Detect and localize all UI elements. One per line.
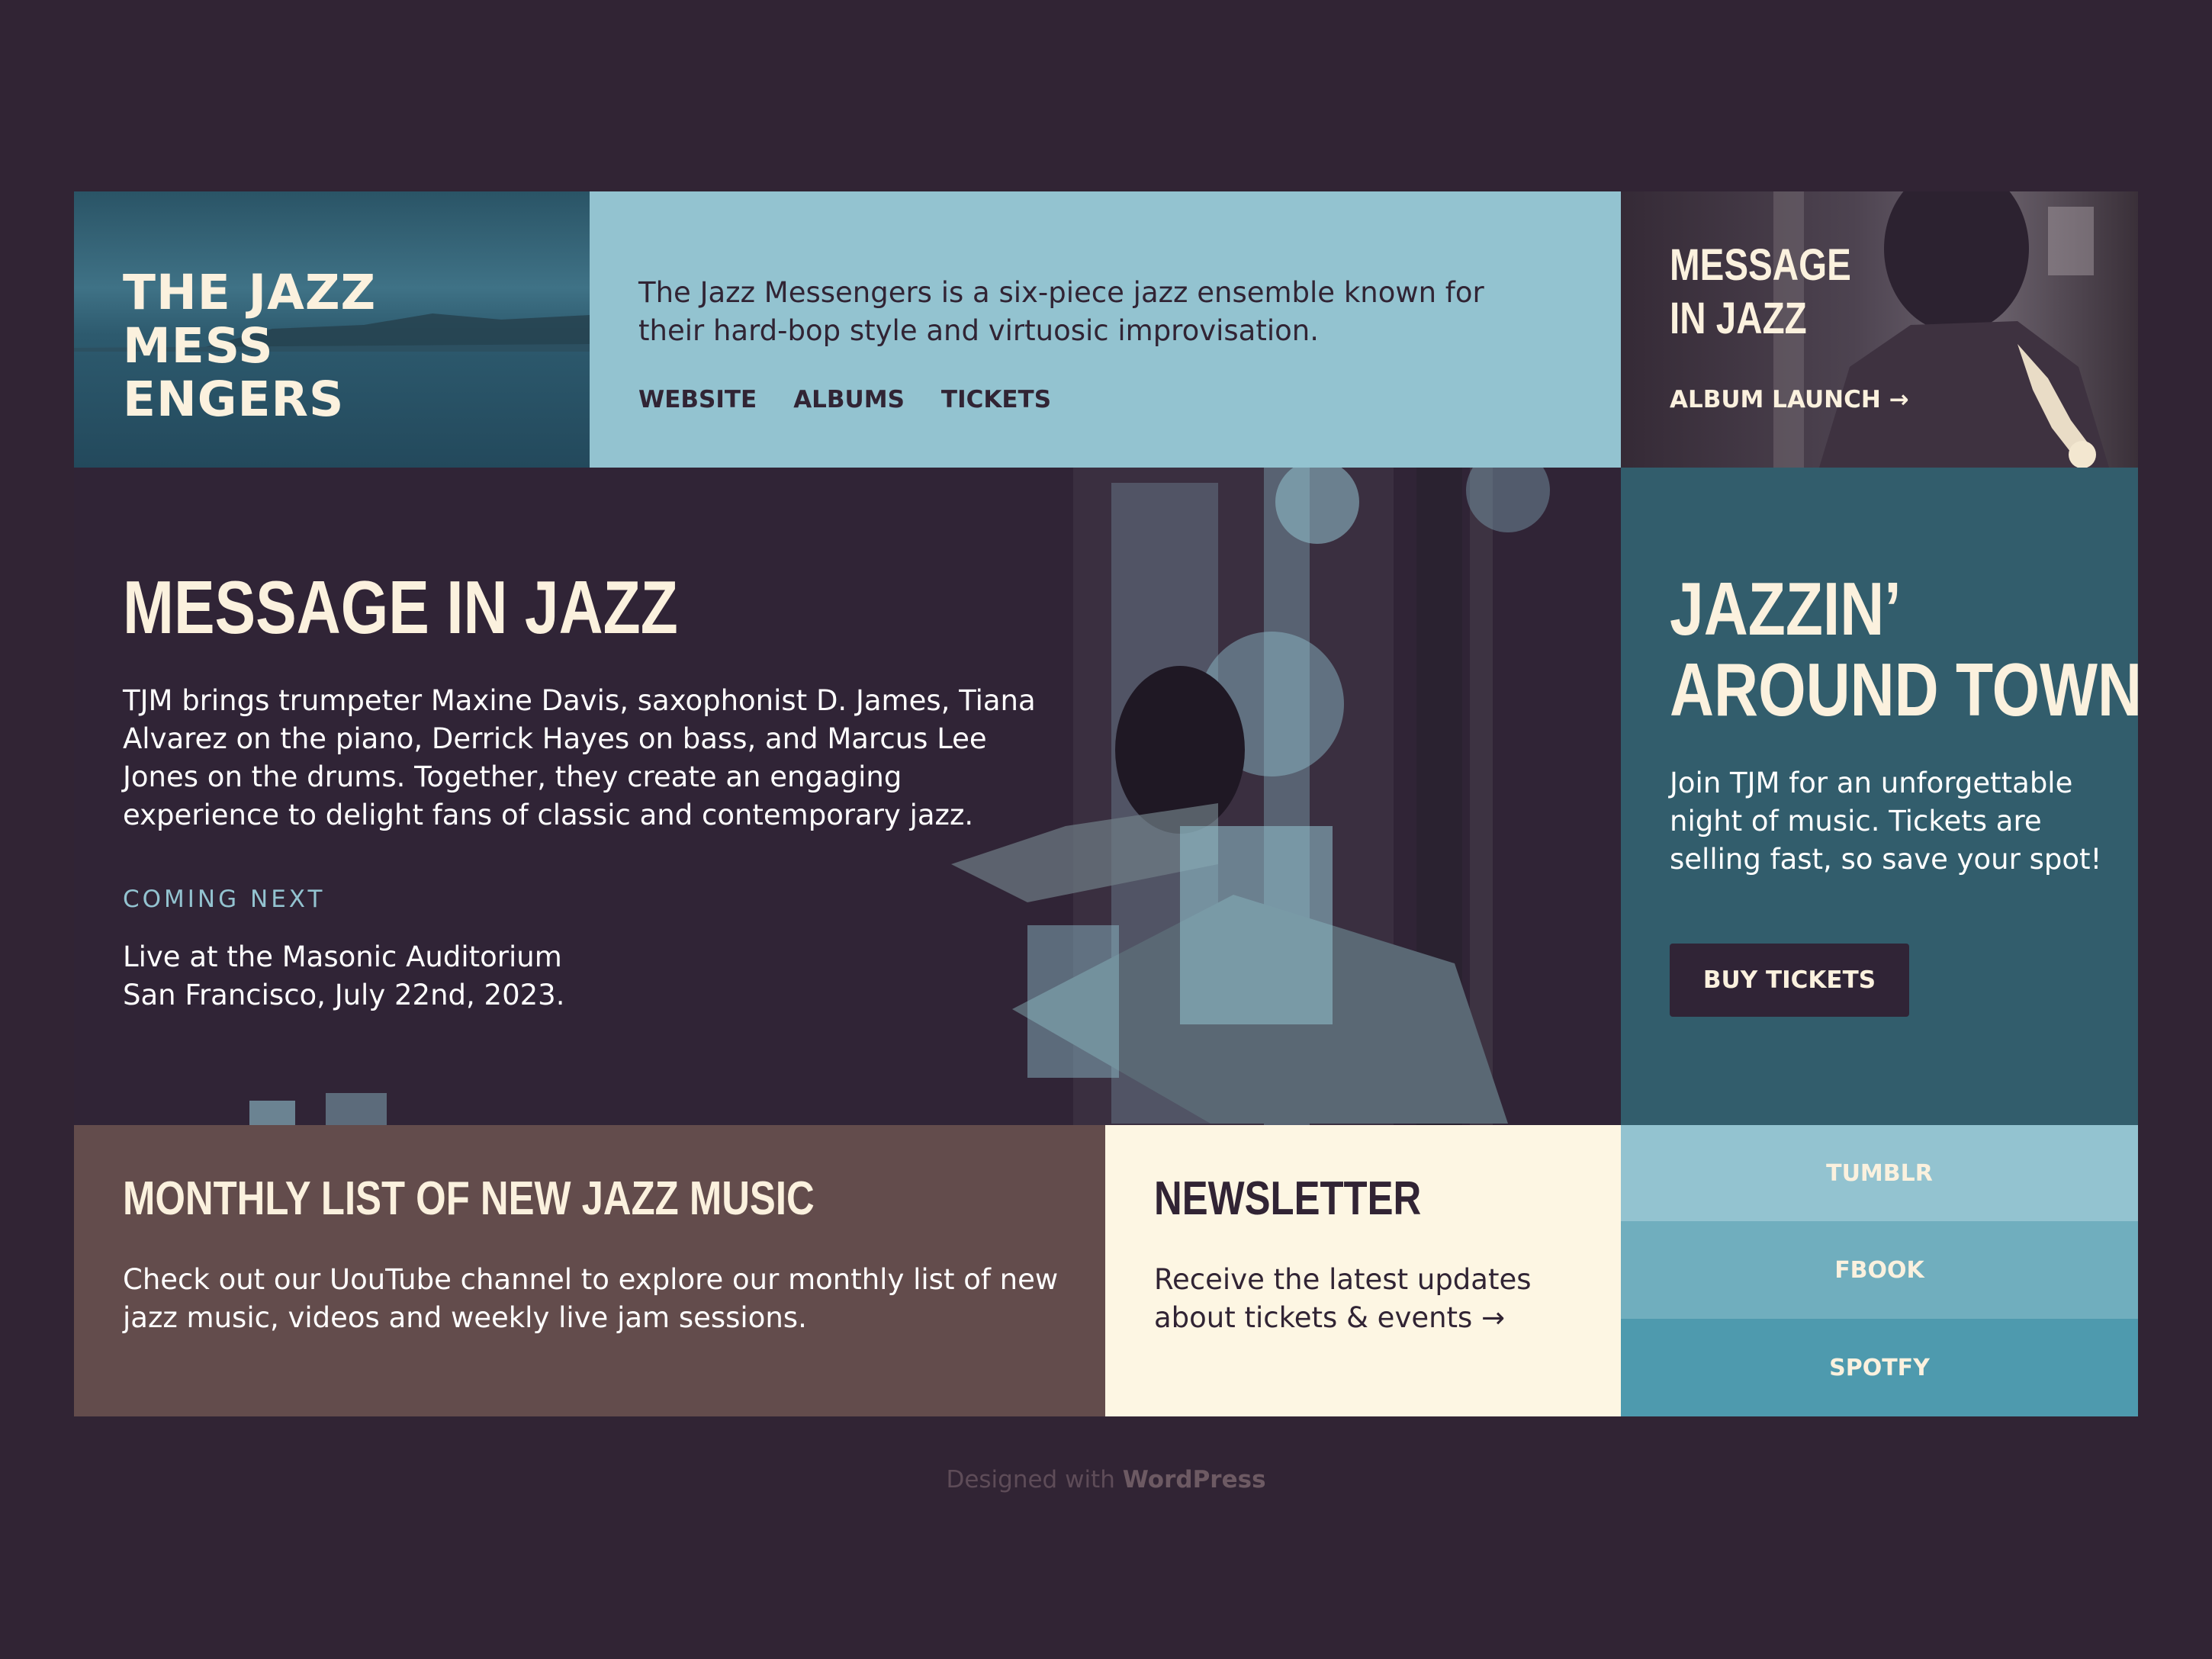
coming-next-label: COMING NEXT: [123, 886, 326, 913]
album-launch-link[interactable]: ALBUM LAUNCH →: [1670, 386, 1909, 413]
page-grid: THE JAZZ MESS ENGERS The Jazz Messengers…: [74, 191, 2138, 1416]
social-spotify-link[interactable]: SPOTFY: [1621, 1319, 2138, 1416]
nav-albums[interactable]: ALBUMS: [793, 386, 905, 413]
newsletter-title: NEWSLETTER: [1154, 1172, 1422, 1225]
newsletter-panel: NEWSLETTER Receive the latest updates ab…: [1105, 1125, 1621, 1416]
site-brand: THE JAZZ MESS ENGERS: [74, 191, 590, 468]
footer-text: Designed with: [946, 1466, 1123, 1493]
monthly-list-panel: MONTHLY LIST OF NEW JAZZ MUSIC Check out…: [74, 1125, 1105, 1416]
feature-title: MESSAGE IN JAZZ: [123, 565, 678, 649]
wordpress-link[interactable]: WordPress: [1123, 1466, 1266, 1493]
tickets-panel: JAZZIN’ AROUND TOWN Join TJM for an unfo…: [1621, 468, 2138, 1125]
intro-panel: The Jazz Messengers is a six-piece jazz …: [590, 191, 1621, 468]
album-title: MESSAGE IN JAZZ: [1670, 240, 1851, 343]
nav-website[interactable]: WEBSITE: [638, 386, 757, 413]
site-title[interactable]: THE JAZZ MESS ENGERS: [123, 266, 376, 426]
social-facebook-link[interactable]: FBOOK: [1621, 1221, 2138, 1319]
main-nav: WEBSITE ALBUMS TICKETS: [638, 386, 1051, 413]
album-promo: MESSAGE IN JAZZ ALBUM LAUNCH →: [1621, 191, 2138, 468]
monthly-list-title: MONTHLY LIST OF NEW JAZZ MUSIC: [123, 1172, 815, 1225]
buy-tickets-button[interactable]: BUY TICKETS: [1670, 944, 1909, 1017]
monthly-list-description: Check out our UouTube channel to explore…: [123, 1263, 1059, 1334]
intro-description: The Jazz Messengers is a six-piece jazz …: [638, 276, 1484, 347]
newsletter-link[interactable]: Receive the latest updates about tickets…: [1154, 1261, 1581, 1337]
event-details: Live at the Masonic Auditorium San Franc…: [123, 940, 565, 1011]
feature-description: TJM brings trumpeter Maxine Davis, saxop…: [123, 684, 1036, 831]
site-footer: Designed with WordPress: [0, 1466, 2212, 1493]
feature-panel: MESSAGE IN JAZZ TJM brings trumpeter Max…: [74, 468, 1621, 1125]
tickets-description: Join TJM for an unforgettable night of m…: [1670, 767, 2102, 876]
social-links: TUMBLR FBOOK SPOTFY: [1621, 1125, 2138, 1416]
tickets-title: JAZZIN’ AROUND TOWN: [1670, 567, 2138, 731]
nav-tickets[interactable]: TICKETS: [941, 386, 1051, 413]
social-tumblr-link[interactable]: TUMBLR: [1621, 1125, 2138, 1221]
